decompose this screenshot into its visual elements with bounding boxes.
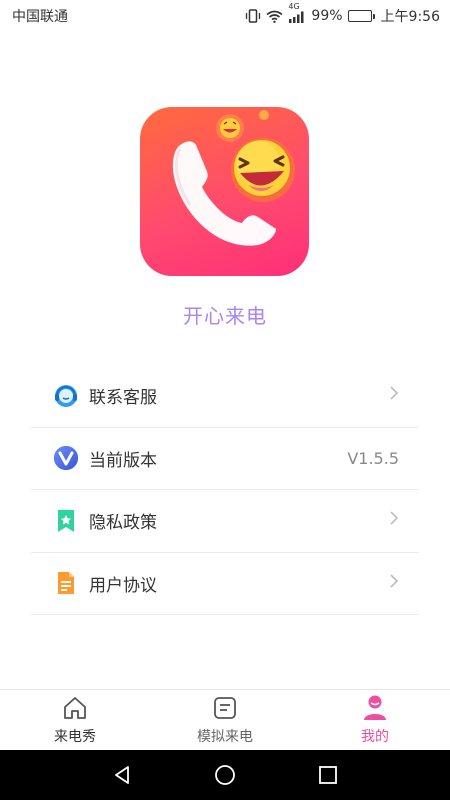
clock: 上午9:56 [380,9,440,25]
bottom-tab-bar: 来电秀 模拟来电 我的 [0,689,450,750]
chevron-right-icon [389,510,399,531]
app-logo [140,107,309,276]
customer-service-icon [53,383,79,409]
menu-label: 联系客服 [89,388,157,409]
home-icon [61,694,89,722]
system-navigation-bar [0,750,450,800]
version-value: V1.5.5 [347,448,399,468]
status-icons: 4G 99% 上午9:56 [245,2,440,26]
menu-item-customer-service[interactable]: 联系客服 [31,365,419,428]
chevron-right-icon [389,573,399,594]
message-square-icon [211,694,239,722]
carrier-name: 中国联通 [12,9,68,25]
menu-label: 隐私政策 [89,513,157,534]
vibrate-icon [245,9,261,23]
settings-menu: 联系客服 当前版本 V1.5.5 隐私政策 用户协议 [31,365,419,615]
tab-label: 我的 [361,729,389,745]
tab-label: 来电秀 [54,729,96,745]
profile-icon [361,694,389,722]
tab-call-show[interactable]: 来电秀 [0,690,150,750]
menu-label: 当前版本 [89,450,157,471]
recents-square-icon[interactable] [308,755,348,795]
menu-item-user-agreement[interactable]: 用户协议 [31,553,419,615]
status-bar: 中国联通 4G 99% 上午9:56 [0,0,450,32]
battery-icon [347,10,375,22]
agreement-document-icon [53,570,79,596]
version-v-icon [53,445,79,471]
tab-simulate-call[interactable]: 模拟来电 [150,690,300,750]
tab-label: 模拟来电 [197,729,253,745]
network-type: 4G [288,1,300,11]
menu-item-version[interactable]: 当前版本 V1.5.5 [31,428,419,490]
battery-percent: 99% [311,8,343,24]
phone-laughing-emoji-icon [172,110,295,246]
tab-mine[interactable]: 我的 [300,690,450,750]
back-icon[interactable] [102,755,142,795]
wifi-icon [266,10,283,23]
menu-label: 用户协议 [89,575,157,596]
chevron-right-icon [389,385,399,406]
privacy-bookmark-icon [53,508,79,534]
signal-icon: 4G [288,2,306,23]
home-circle-icon[interactable] [205,755,245,795]
menu-item-privacy-policy[interactable]: 隐私政策 [31,490,419,553]
app-name: 开心来电 [183,304,267,328]
